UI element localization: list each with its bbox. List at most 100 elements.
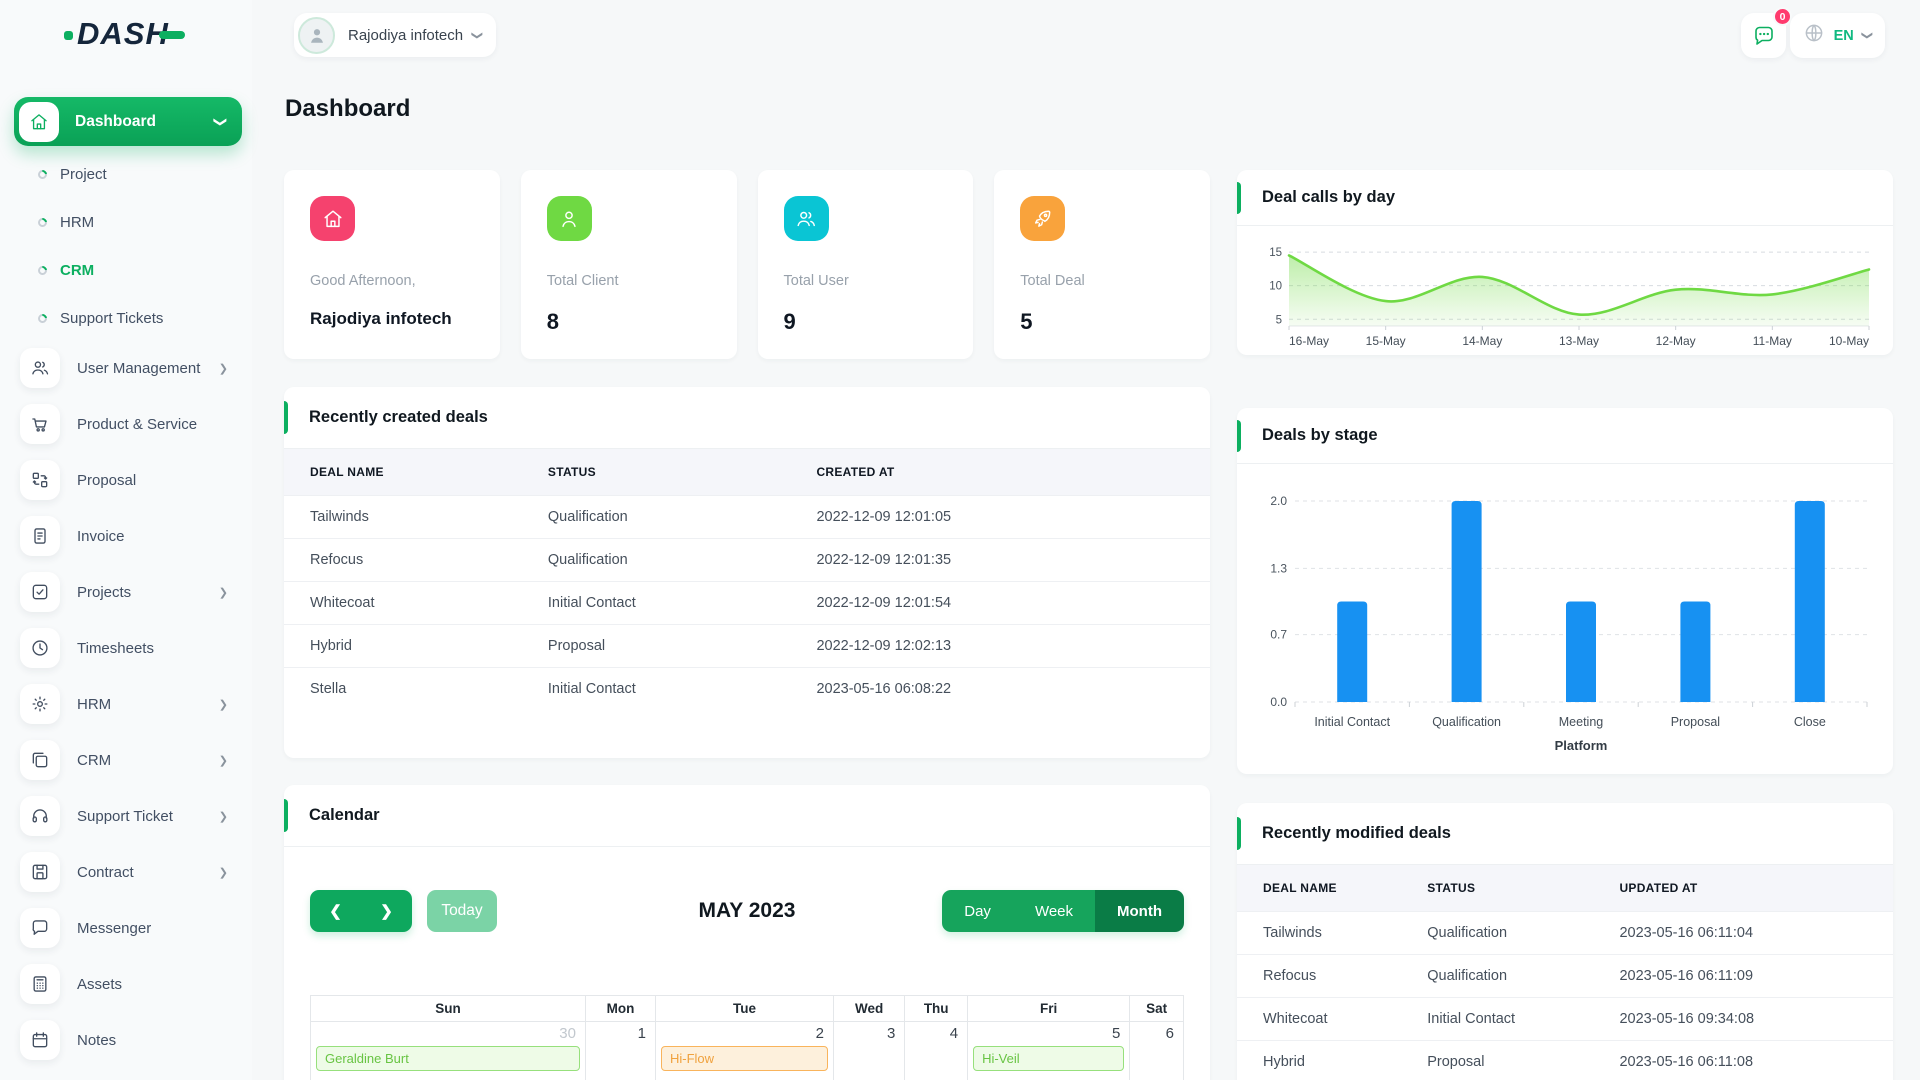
sidebar-item-support-ticket[interactable]: Support Ticket ❯ — [14, 794, 246, 838]
calendar-day-header: Thu — [904, 995, 969, 1022]
table-cell: Initial Contact — [547, 581, 817, 625]
calendar-cell[interactable]: 2 Hi-Flow — [654, 1021, 835, 1080]
rocket-icon — [1034, 209, 1051, 227]
table-row: Hybrid Proposal 2022-12-09 12:02:13 — [284, 624, 1210, 668]
table-cell: Refocus — [1237, 954, 1428, 998]
svg-text:0.0: 0.0 — [1270, 695, 1287, 709]
chevron-right-icon: ❯ — [218, 754, 228, 767]
table-cell: 2022-12-09 12:01:54 — [816, 581, 1210, 625]
sidebar-item-label: Notes — [77, 1031, 117, 1049]
stat-card-good-afternoon: Good Afternoon, Rajodiya infotech — [284, 170, 500, 359]
svg-text:2.0: 2.0 — [1270, 494, 1287, 508]
topbar: Rajodiya infotech ❯ 0 EN ❯ — [252, 0, 1920, 70]
table-cell: Whitecoat — [1237, 997, 1428, 1041]
sidebar-item-contract[interactable]: Contract ❯ — [14, 850, 246, 894]
sidebar-item-dashboard[interactable]: Dashboard ❯ — [14, 97, 242, 146]
company-selector[interactable]: Rajodiya infotech ❯ — [294, 13, 497, 57]
sidebar-subitem-support-tickets[interactable]: Support Tickets — [20, 294, 240, 342]
sidebar-subitem-hrm[interactable]: HRM — [20, 198, 240, 246]
globe-icon — [1805, 24, 1822, 42]
calendar-cell[interactable]: 5 Hi-Veil — [967, 1021, 1131, 1080]
table-cell: Qualification — [547, 538, 817, 582]
svg-text:0.7: 0.7 — [1270, 628, 1287, 642]
cart-icon — [32, 418, 47, 432]
sidebar-item-label: Dashboard — [75, 112, 156, 130]
sidebar-item-assets[interactable]: Assets — [14, 962, 246, 1006]
chevron-down-icon: ❯ — [471, 30, 484, 40]
calendar-cell[interactable]: 4 — [904, 1021, 969, 1080]
deals-by-stage-chart: 0.0 0.7 1.3 2.0 Initial Contact Qualification… — [1237, 464, 1893, 765]
card-title: Calendar — [309, 806, 380, 824]
table-cell: Initial Contact — [1427, 997, 1620, 1041]
svg-text:Meeting: Meeting — [1559, 715, 1604, 729]
calendar-cell[interactable]: 3 — [833, 1021, 906, 1080]
calendar-view-day[interactable]: Day — [942, 890, 1013, 932]
sidebar-item-crm[interactable]: CRM ❯ — [14, 738, 246, 782]
globe-icon — [1803, 22, 1825, 49]
calendar-event[interactable]: Geraldine Burt — [316, 1046, 580, 1071]
sidebar-subitem-project[interactable]: Project — [20, 150, 240, 198]
sidebar-item-timesheets[interactable]: Timesheets — [14, 626, 246, 670]
calendar-view-week[interactable]: Week — [1012, 890, 1096, 932]
svg-text:15-May: 15-May — [1366, 334, 1406, 348]
stat-card-total-client: Total Client 8 — [520, 170, 737, 359]
calendar-view-month[interactable]: Month — [1095, 890, 1184, 932]
table-row: Tailwinds Qualification 2023-05-16 06:11:0… — [1237, 911, 1893, 955]
recently-created-deals-card: Recently created deals DEAL NAME STATUS CR… — [284, 387, 1210, 758]
calendar-cell[interactable]: 1 — [584, 1021, 656, 1080]
messenger-button[interactable]: 0 — [1741, 7, 1792, 58]
stat-label: Total Client — [546, 273, 619, 289]
svg-text:15: 15 — [1269, 247, 1282, 259]
table-row: Refocus Qualification 2022-12-09 12:01:35 — [284, 538, 1210, 582]
calendar-date: 4 — [949, 1025, 959, 1042]
card-header: Recently modified deals — [1237, 803, 1893, 865]
sidebar-subitem-crm[interactable]: CRM — [20, 246, 240, 294]
stat-cards-row: Good Afternoon, Rajodiya infotech Total Cl… — [284, 170, 1210, 359]
sidebar-item-proposal[interactable]: Proposal — [14, 458, 246, 502]
sidebar-subnav: Project HRM CRM Support Tickets — [20, 150, 240, 342]
calendar-toolbar: ❮ ❯ Today MAY 2023 Day Week Month — [310, 890, 1184, 932]
chevron-down-icon: ❯ — [213, 116, 229, 127]
calendar-event[interactable]: Hi-Veil — [973, 1046, 1125, 1071]
svg-text:11-May: 11-May — [1753, 334, 1792, 348]
sidebar-item-projects[interactable]: Projects ❯ — [14, 570, 246, 614]
accent-bar — [1237, 182, 1241, 214]
calendar-event[interactable]: Hi-Flow — [660, 1046, 829, 1071]
home-icon — [19, 101, 59, 142]
deal-calls-card: Deal calls by day 5 10 15 16-May 15-May 14-Ma… — [1237, 170, 1893, 355]
svg-text:16-May: 16-May — [1289, 334, 1329, 348]
sidebar-item-label: Timesheets — [77, 639, 154, 657]
table-row: Whitecoat Initial Contact 2022-12-09 12:01… — [284, 581, 1210, 625]
table-row: Whitecoat Initial Contact 2023-05-16 09:34… — [1237, 997, 1893, 1041]
card-header: Deals by stage — [1237, 408, 1893, 464]
recently-modified-deals-card: Recently modified deals DEAL NAME STATUS U… — [1237, 803, 1893, 1080]
stat-label: Good Afternoon, — [310, 273, 416, 289]
logo[interactable]: DASH — [64, 14, 185, 54]
person-icon — [310, 29, 323, 43]
sidebar-item-label: Messenger — [77, 919, 152, 937]
sidebar-item-notes[interactable]: Notes — [14, 1018, 246, 1062]
sidebar-item-product-service[interactable]: Product & Service — [14, 402, 246, 446]
sidebar-item-messenger[interactable]: Messenger — [14, 906, 246, 950]
page-title: Dashboard — [285, 95, 411, 122]
sidebar: DASH Dashboard ❯ Project HRM CRM Support Ti… — [0, 0, 252, 1080]
table-cell: Hybrid — [284, 624, 548, 668]
users-icon — [32, 361, 49, 375]
headset-icon — [32, 809, 48, 823]
calendar-cell[interactable]: 30 Geraldine Burt — [310, 1021, 586, 1080]
sidebar-item-user-management[interactable]: User Management ❯ — [14, 346, 246, 390]
column-header: DEAL NAME — [284, 449, 548, 496]
calendar-cell[interactable]: 6 — [1129, 1021, 1184, 1080]
svg-text:12-May: 12-May — [1656, 334, 1696, 348]
sidebar-item-invoice[interactable]: Invoice — [14, 514, 246, 558]
bullet-icon — [36, 167, 49, 181]
calendar-date: 3 — [886, 1025, 896, 1042]
sidebar-item-hrm[interactable]: HRM ❯ — [14, 682, 246, 726]
language-selector[interactable]: EN ❯ — [1789, 13, 1885, 58]
home-icon — [323, 209, 342, 227]
chevron-down-icon: ❯ — [1860, 30, 1873, 41]
logo-bar — [158, 31, 185, 39]
table-cell: Qualification — [547, 495, 817, 539]
accent-bar — [284, 799, 288, 832]
card-title: Recently created deals — [309, 408, 488, 426]
